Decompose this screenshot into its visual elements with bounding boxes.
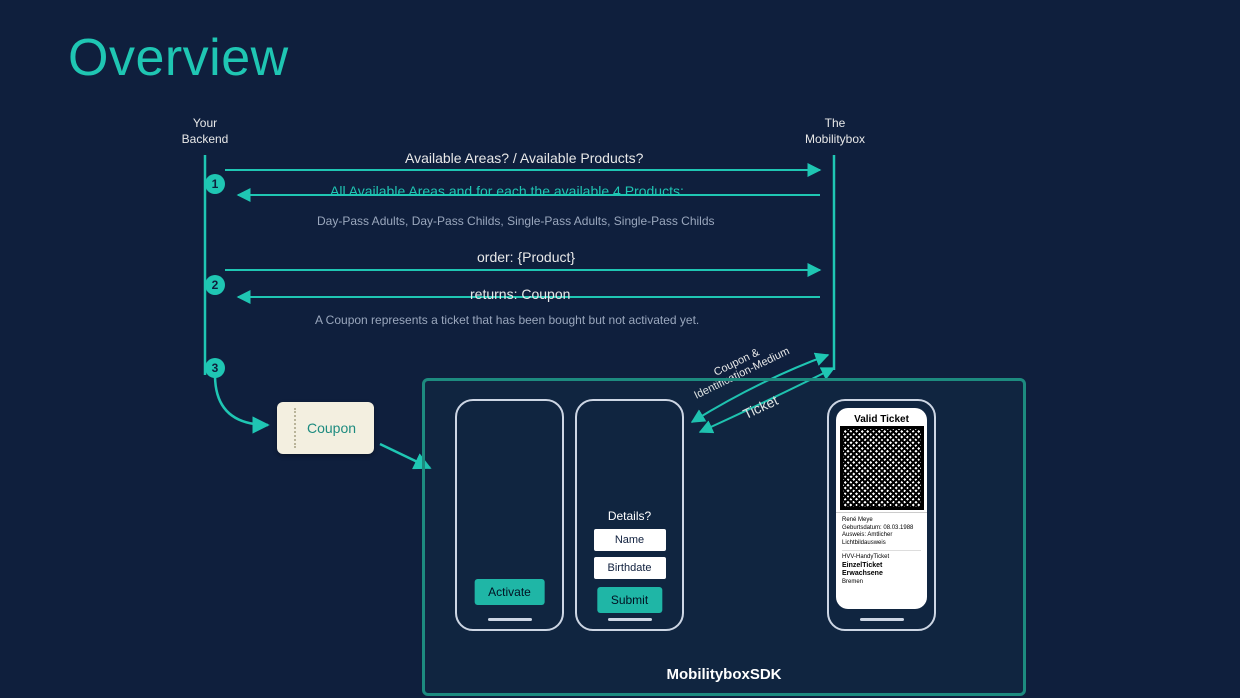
msg-available-q: Available Areas? / Available Products? xyxy=(405,150,643,166)
phone-ticket: Valid Ticket René Meye Geburtsdatum: 08.… xyxy=(827,399,936,631)
ticket-product: EinzelTicket Erwachsene xyxy=(842,562,883,578)
step-badge-2: 2 xyxy=(205,275,225,295)
step-badge-3: 3 xyxy=(205,358,225,378)
msg-returns-sub: A Coupon represents a ticket that has be… xyxy=(315,313,699,327)
phone-details: Details? Name Birthdate Submit xyxy=(575,399,684,631)
ticket-title: Valid Ticket xyxy=(836,414,927,425)
ticket-product-line: HVV-HandyTicket xyxy=(842,550,921,562)
ticket-aux: Ausweis: Amtlicher Lichtbildausweis xyxy=(842,532,921,547)
activate-button[interactable]: Activate xyxy=(474,579,545,605)
msg-order: order: {Product} xyxy=(477,249,575,265)
ticket-card: Valid Ticket René Meye Geburtsdatum: 08.… xyxy=(836,408,927,609)
qr-code-icon xyxy=(843,429,921,507)
actor-left-label: Your Backend xyxy=(170,116,240,147)
sdk-title: MobilityboxSDK xyxy=(425,666,1023,683)
step-badge-1: 1 xyxy=(205,174,225,194)
phone-activate: Activate xyxy=(455,399,564,631)
page-title: Overview xyxy=(68,28,289,88)
name-field[interactable]: Name xyxy=(594,529,666,551)
msg-available-a: All Available Areas and for each the ava… xyxy=(330,183,684,199)
submit-button[interactable]: Submit xyxy=(597,587,662,613)
ticket-area: Bremen xyxy=(842,579,921,587)
actor-right-label: The Mobilitybox xyxy=(790,116,880,147)
msg-available-sub: Day-Pass Adults, Day-Pass Childs, Single… xyxy=(317,214,715,228)
birthdate-field[interactable]: Birthdate xyxy=(594,557,666,579)
msg-returns: returns: Coupon xyxy=(470,286,570,302)
details-heading: Details? xyxy=(577,509,682,523)
sdk-container: Activate Details? Name Birthdate Submit … xyxy=(422,378,1026,696)
ticket-dob: Geburtsdatum: 08.03.1988 xyxy=(842,525,921,533)
ticket-holder-name: René Meye xyxy=(842,517,921,525)
coupon-card: Coupon xyxy=(277,402,374,454)
